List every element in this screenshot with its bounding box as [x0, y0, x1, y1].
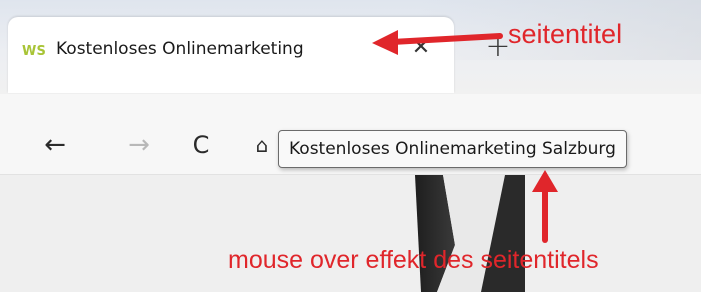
home-button[interactable]: ⌂ [252, 128, 272, 162]
tab-title: Kostenloses Onlinemarketing [56, 39, 304, 59]
close-tab-icon[interactable]: ✕ [406, 33, 436, 63]
favicon-icon: WS [22, 44, 47, 59]
tab-title-tooltip: Kostenloses Onlinemarketing Salzburg [278, 130, 627, 168]
reload-button[interactable]: C [184, 128, 218, 162]
back-button[interactable]: ← [38, 128, 72, 162]
annotation-tab-title: seitentitel [508, 19, 623, 49]
forward-button[interactable]: → [122, 128, 156, 162]
annotation-hover-effect: mouse over effekt des seitentitels [228, 246, 599, 274]
